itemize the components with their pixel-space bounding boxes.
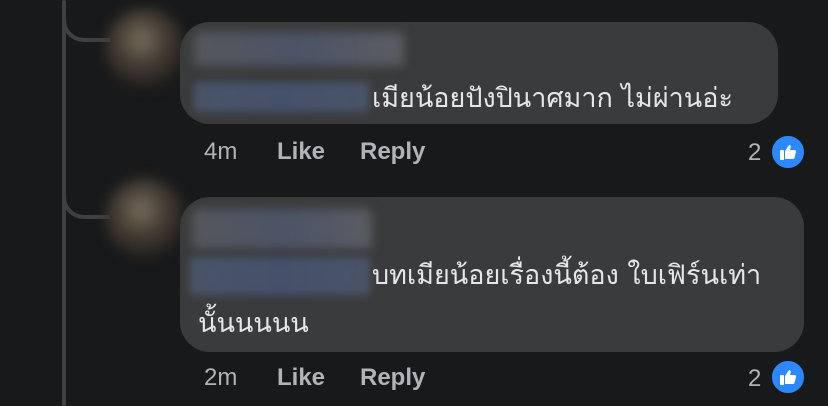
comment-bubble: บทเมียน้อยเรื่องนี้ต้อง ใบเฟิร์นเท่า นั้… [180, 197, 804, 352]
thumbs-up-icon[interactable] [769, 133, 807, 171]
redacted-text [190, 257, 370, 295]
reaction-count[interactable]: 2 [748, 365, 761, 393]
comment-text-continued: นั้นนนนน [198, 308, 309, 339]
commenter-name[interactable] [192, 209, 372, 249]
thumbs-up-icon[interactable] [769, 358, 807, 396]
thread-connector [62, 8, 110, 42]
reply-button[interactable]: Reply [360, 138, 425, 166]
like-button[interactable]: Like [277, 364, 325, 392]
avatar[interactable] [105, 8, 185, 88]
comment-timestamp[interactable]: 2m [204, 364, 237, 392]
comment-text: บทเมียน้อยเรื่องนี้ต้อง ใบเฟิร์นเท่า [372, 260, 762, 291]
redacted-text [194, 82, 369, 112]
avatar[interactable] [105, 178, 185, 258]
reply-button[interactable]: Reply [360, 364, 425, 392]
reaction-count[interactable]: 2 [748, 139, 761, 167]
comment-text: เมียน้อยปังปินาศมาก ไม่ผ่านอ่ะ [372, 83, 733, 114]
like-button[interactable]: Like [277, 138, 325, 166]
thread-connector [62, 185, 110, 219]
comment-timestamp[interactable]: 4m [204, 138, 237, 166]
comment-bubble: เมียน้อยปังปินาศมาก ไม่ผ่านอ่ะ [180, 22, 778, 124]
commenter-name[interactable] [194, 32, 404, 66]
